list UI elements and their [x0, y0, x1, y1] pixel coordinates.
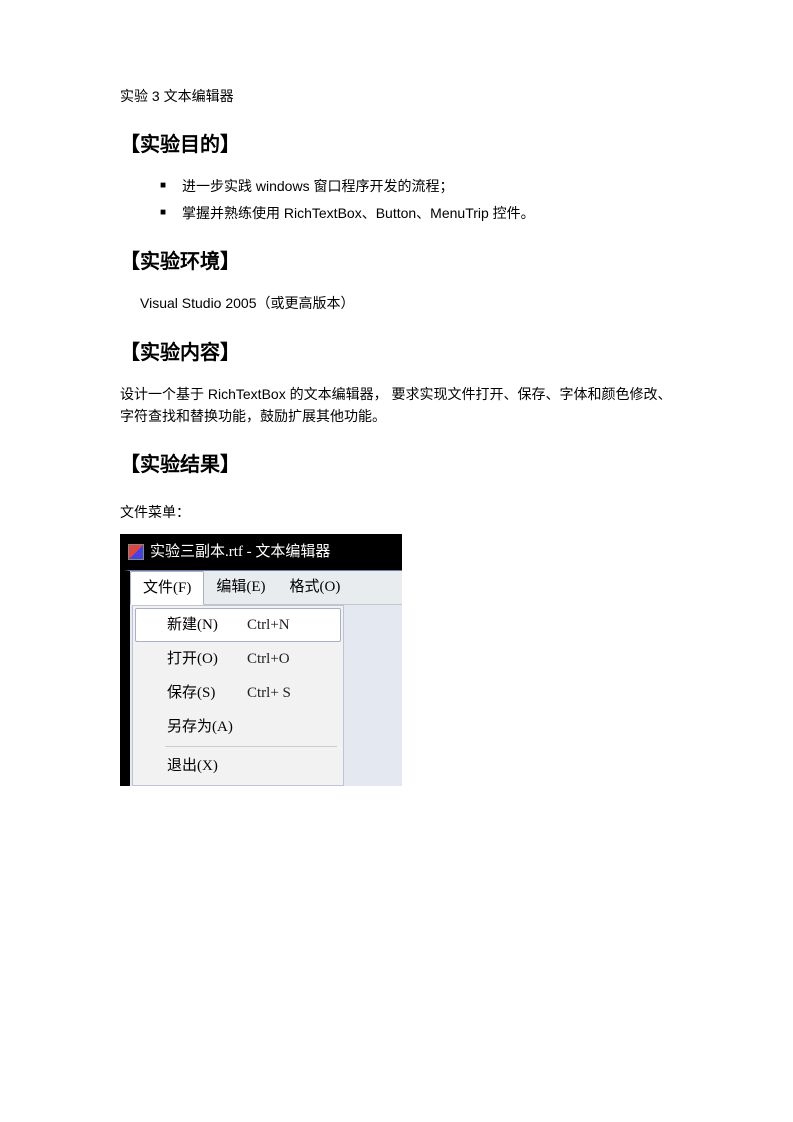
menu-item-shortcut: Ctrl+ S — [247, 681, 291, 705]
objective-item: 进一步实践 windows 窗口程序开发的流程； — [160, 175, 673, 197]
file-dropdown: 新建(N) Ctrl+N 打开(O) Ctrl+O 保存(S) Ctrl+ S … — [132, 605, 344, 786]
window-title-text: 实验三副本.rtf - 文本编辑器 — [150, 540, 330, 564]
experiment-number-title: 实验 3 文本编辑器 — [120, 85, 673, 107]
menu-file[interactable]: 文件(F) — [130, 571, 204, 605]
window-inner-frame: 文件(F) 编辑(E) 格式(O) 新建(N) Ctrl+N 打开(O) Ctr… — [124, 570, 402, 786]
menu-item-label: 另存为(A) — [167, 715, 247, 739]
menu-item-open[interactable]: 打开(O) Ctrl+O — [135, 642, 341, 676]
heading-result: 【实验结果】 — [120, 449, 673, 481]
menu-item-saveas[interactable]: 另存为(A) — [135, 710, 341, 744]
heading-content: 【实验内容】 — [120, 337, 673, 369]
menu-format[interactable]: 格式(O) — [278, 571, 353, 604]
window-titlebar: 实验三副本.rtf - 文本编辑器 — [124, 538, 402, 570]
content-text: 设计一个基于 RichTextBox 的文本编辑器， 要求实现文件打开、保存、字… — [120, 383, 673, 428]
menu-item-label: 保存(S) — [167, 681, 247, 705]
menu-item-new[interactable]: 新建(N) Ctrl+N — [135, 608, 341, 642]
file-menu-caption: 文件菜单： — [120, 501, 673, 523]
heading-environment: 【实验环境】 — [120, 246, 673, 278]
editor-screenshot: 实验三副本.rtf - 文本编辑器 文件(F) 编辑(E) 格式(O) 新建(N… — [120, 534, 402, 786]
menu-separator — [165, 746, 337, 747]
menu-edit[interactable]: 编辑(E) — [204, 571, 277, 604]
objective-item: 掌握并熟练使用 RichTextBox、Button、MenuTrip 控件。 — [160, 202, 673, 224]
app-icon — [128, 544, 144, 560]
environment-text: Visual Studio 2005（或更高版本） — [120, 292, 673, 314]
menu-item-shortcut: Ctrl+O — [247, 647, 290, 671]
menu-item-shortcut: Ctrl+N — [247, 613, 290, 637]
menu-item-exit[interactable]: 退出(X) — [135, 749, 341, 783]
menu-item-label: 新建(N) — [167, 613, 247, 637]
menu-item-label: 退出(X) — [167, 754, 247, 778]
menu-item-label: 打开(O) — [167, 647, 247, 671]
heading-objective: 【实验目的】 — [120, 129, 673, 161]
menubar: 文件(F) 编辑(E) 格式(O) — [130, 571, 402, 605]
objective-list: 进一步实践 windows 窗口程序开发的流程； 掌握并熟练使用 RichTex… — [160, 175, 673, 224]
menu-item-save[interactable]: 保存(S) Ctrl+ S — [135, 676, 341, 710]
